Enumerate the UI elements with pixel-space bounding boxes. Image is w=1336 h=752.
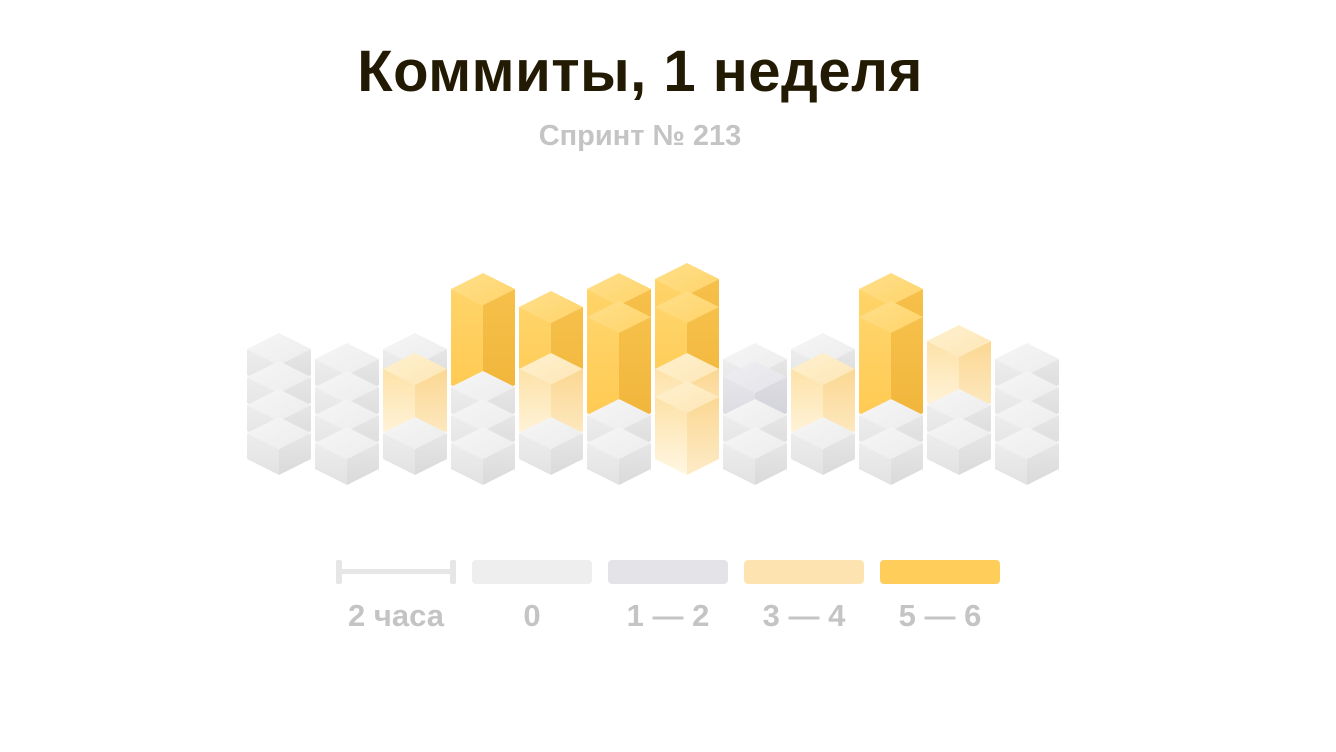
legend-label-2: 3 — 4 (762, 598, 846, 633)
legend-scale-bar (336, 560, 456, 584)
legend-swatch-3 (880, 560, 1000, 584)
legend-swatch-2 (744, 560, 864, 584)
legend-swatch-0 (472, 560, 592, 584)
legend-label-3: 5 — 6 (898, 598, 982, 633)
legend-swatch-1 (608, 560, 728, 584)
legend-scale-label: 2 часа (348, 598, 444, 633)
cube-r3-c6 (655, 381, 719, 475)
legend-label-0: 0 (523, 598, 541, 633)
legend-label-1: 1 — 2 (626, 598, 710, 633)
isometric-commit-chart (247, 263, 1059, 485)
